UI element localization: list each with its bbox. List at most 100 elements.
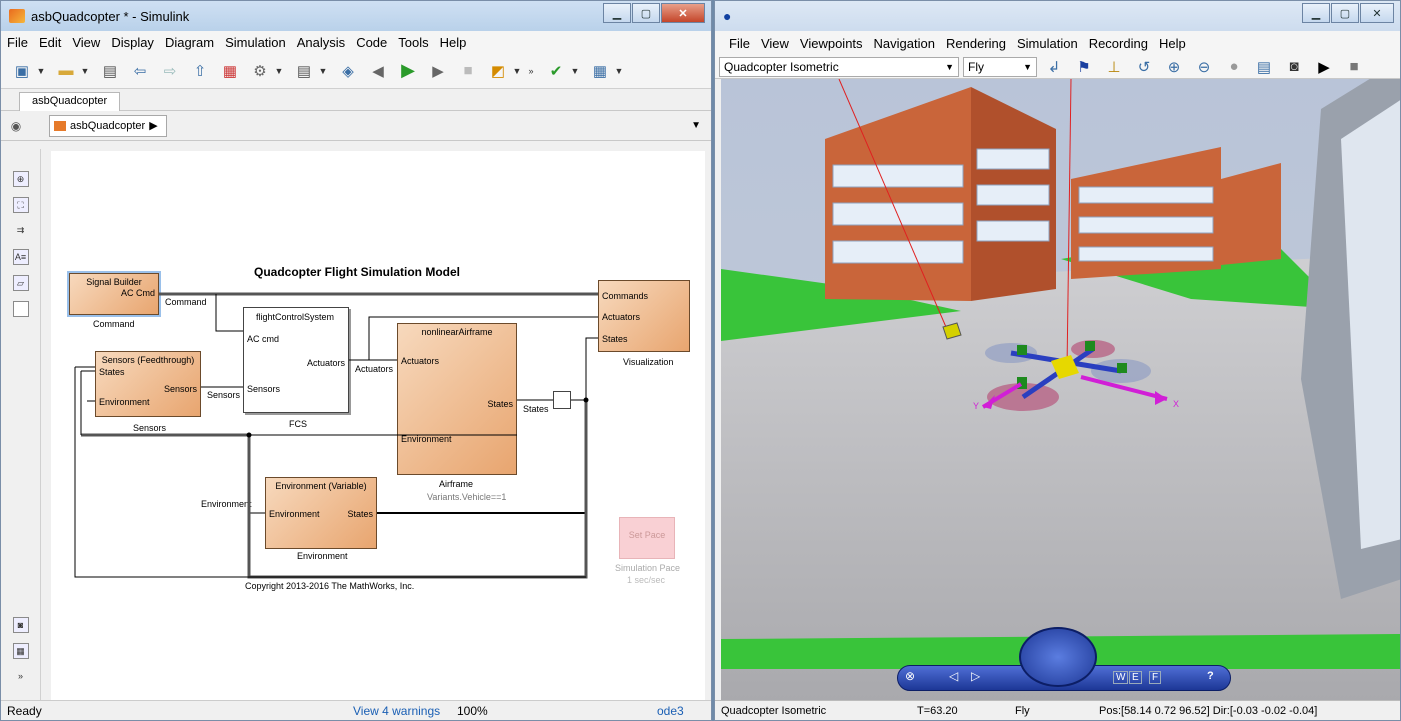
3d-scene-graphic [721,79,1400,701]
address-bar: ◉ asbQuadcopter ▶ ▼ [1,111,711,141]
arrow-icon[interactable]: ⇉ [13,223,29,239]
fit-to-view-icon[interactable]: ⛶ [12,197,29,213]
update-diagram-icon[interactable]: ◈ [337,60,359,82]
menu-viewpoints[interactable]: Viewpoints [800,36,863,51]
chevron-down-icon[interactable]: ▼ [691,120,701,131]
menu-rendering[interactable]: Rendering [946,36,1006,51]
menu-edit[interactable]: Edit [39,35,61,50]
step-forward-icon[interactable]: ▶ [427,60,449,82]
chevron-down-icon[interactable]: ▼ [79,60,91,82]
zoom-level: 100% [457,704,488,718]
chevron-right-icon: ▶ [149,120,158,132]
open-folder-icon[interactable]: ▬ [55,60,77,82]
check-icon[interactable]: ✔ [545,60,567,82]
simulink-window: asbQuadcopter * - Simulink ▁ ▢ ✕ File Ed… [0,0,712,721]
menu-help[interactable]: Help [1159,36,1186,51]
menu-view[interactable]: View [761,36,789,51]
model-explorer-icon[interactable]: ▤ [293,60,315,82]
menu-analysis[interactable]: Analysis [297,35,345,50]
grid-icon[interactable]: ▦ [589,60,611,82]
menu-simulation[interactable]: Simulation [225,35,286,50]
menu-simulation[interactable]: Simulation [1017,36,1078,51]
viewpoint-select[interactable]: Quadcopter Isometric ▼ [719,56,959,77]
window-title: asbQuadcopter * - Simulink [31,8,190,24]
minimize-button[interactable]: ▁ [603,3,631,23]
zoom-icon[interactable]: ⊕ [12,171,29,187]
model-canvas[interactable]: Quadcopter Flight Simulation Model Signa… [51,151,705,701]
new-model-icon[interactable]: ▣ [11,60,33,82]
nav-key-w[interactable]: W [1113,671,1129,684]
simulink-app-icon [9,9,25,23]
record-icon[interactable]: ● [1223,56,1245,78]
scope-icon[interactable]: ◩ [487,60,509,82]
close-button[interactable]: ✕ [661,3,705,23]
stop-icon[interactable]: ■ [1343,56,1365,78]
nav-right-icon[interactable]: ▷ [971,669,980,683]
nav-left-icon[interactable]: ◁ [949,669,958,683]
capture-frame-icon[interactable]: ▤ [1253,56,1275,78]
breadcrumb[interactable]: asbQuadcopter ▶ [49,114,167,137]
copyright-text: Copyright 2013-2016 The MathWorks, Inc. [245,581,415,591]
play-icon[interactable]: ▶ [1313,56,1335,78]
return-icon[interactable]: ↲ [1043,56,1065,78]
minimize-button[interactable]: ▁ [1302,3,1330,23]
nav-wheel[interactable] [1019,627,1097,687]
run-icon[interactable]: ▶ [397,60,419,82]
nav-key-f[interactable]: F [1149,671,1162,684]
library-browser-icon[interactable]: ▦ [219,60,241,82]
gear-icon[interactable]: ⚙ [249,60,271,82]
annotation-icon[interactable]: A≡ [12,249,29,265]
menu-code[interactable]: Code [356,35,387,50]
step-back-icon[interactable]: ◀ [367,60,389,82]
forward-arrow-icon[interactable]: ⇨ [159,60,181,82]
close-button[interactable]: ✕ [1360,3,1394,23]
undo-move-icon[interactable]: ↺ [1133,56,1155,78]
flag-icon[interactable]: ⚑ [1073,56,1095,78]
overflow-chevron-icon[interactable]: » [525,60,537,82]
close-panel-icon[interactable]: ⊗ [905,669,915,683]
menu-diagram[interactable]: Diagram [165,35,214,50]
image-icon[interactable]: ▱ [12,275,29,291]
hide-browser-icon[interactable]: ◉ [1,119,31,133]
chevron-down-icon[interactable]: ▼ [569,60,581,82]
axis-x-label: X [1173,399,1180,409]
area-icon[interactable] [12,301,29,317]
chevron-down-icon[interactable]: ▼ [511,60,523,82]
chevron-down-icon[interactable]: ▼ [613,60,625,82]
3d-scene[interactable]: X Y W E F ? ⊗ ◁ ▷ [721,79,1400,701]
up-arrow-icon[interactable]: ⇧ [189,60,211,82]
menu-view[interactable]: View [72,35,100,50]
navigation-panel[interactable]: W E F ? ⊗ ◁ ▷ [897,627,1231,691]
status-ready: Ready [7,704,42,718]
maximize-button[interactable]: ▢ [632,3,660,23]
report-icon[interactable]: ▦ [12,643,29,659]
menu-help[interactable]: Help [440,35,467,50]
save-icon[interactable]: ▤ [99,60,121,82]
zoom-in-icon[interactable]: ⊕ [1163,56,1185,78]
vr-app-icon: ● [723,8,732,24]
menu-navigation[interactable]: Navigation [874,36,935,51]
menu-tools[interactable]: Tools [398,35,428,50]
nav-key-e[interactable]: E [1129,671,1142,684]
status-time: T=63.20 [917,705,958,717]
chevron-down-icon[interactable]: ▼ [273,60,285,82]
menu-display[interactable]: Display [111,35,154,50]
maximize-button[interactable]: ▢ [1331,3,1359,23]
vr-viewer-window: ● ▁ ▢ ✕ File View Viewpoints Navigation … [714,0,1401,721]
chevron-down-icon[interactable]: ▼ [35,60,47,82]
menu-file[interactable]: File [7,35,28,50]
navigation-mode-select[interactable]: Fly ▼ [963,56,1037,77]
menu-recording[interactable]: Recording [1089,36,1148,51]
zoom-out-icon[interactable]: ⊖ [1193,56,1215,78]
chevron-down-icon[interactable]: ▼ [317,60,329,82]
back-arrow-icon[interactable]: ⇦ [129,60,151,82]
help-icon[interactable]: ? [1207,670,1214,682]
screenshot-icon[interactable]: ◙ [12,617,29,633]
straighten-icon[interactable]: ⊥ [1103,56,1125,78]
more-tools-icon[interactable]: » [13,669,29,685]
menu-file[interactable]: File [729,36,750,51]
warnings-link[interactable]: View 4 warnings [353,704,440,718]
stop-icon[interactable]: ■ [457,60,479,82]
camera-icon[interactable]: ◙ [1283,56,1305,78]
tab-asbquadcopter[interactable]: asbQuadcopter [19,92,121,112]
